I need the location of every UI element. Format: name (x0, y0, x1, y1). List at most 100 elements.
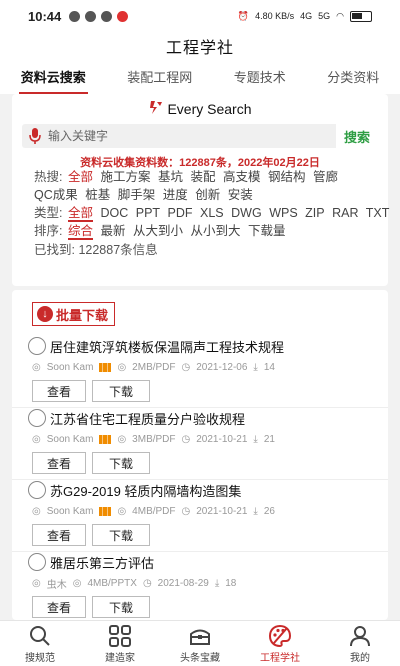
hot-item[interactable]: 施工方案 (100, 170, 150, 184)
item-title[interactable]: 苏G29-2019 轻质内隔墙构造图集 (50, 481, 241, 500)
hot-item[interactable]: 创新 (195, 188, 220, 202)
hot-item[interactable]: 全部 (68, 170, 93, 184)
sort-item[interactable]: 从小到大 (190, 224, 240, 238)
battery-icon (350, 10, 372, 22)
type-item[interactable]: DWG (231, 206, 262, 220)
download-arrow-icon: ↓ (37, 306, 53, 322)
type-item[interactable]: TXT (366, 206, 390, 220)
notification-icon (69, 10, 81, 22)
hot-item[interactable]: 高支模 (223, 170, 261, 184)
treasure-icon (190, 629, 210, 645)
clock-icon: ◷ (142, 577, 152, 589)
tab-categories[interactable]: 分类资料 (323, 66, 383, 94)
sort-item[interactable]: 综合 (67, 224, 93, 240)
nav-label: 工程学社 (260, 652, 300, 664)
brand-name: Every Search (167, 101, 252, 117)
microphone-icon[interactable] (22, 124, 48, 148)
select-radio[interactable] (28, 481, 46, 499)
file-icon: ◎ (117, 361, 127, 373)
search-input[interactable] (48, 129, 336, 143)
select-radio[interactable] (28, 337, 46, 355)
sort-item[interactable]: 从大到小 (133, 224, 183, 238)
page-title: 工程学社 (0, 32, 400, 66)
list-item: 居住建筑浮筑楼板保温隔声工程技术规程 ◎ Soon Kam ◎ 2MB/PDF … (12, 336, 388, 408)
item-author: Soon Kam (46, 433, 94, 445)
tab-assembly-network[interactable]: 装配工程网 (123, 66, 196, 94)
view-button[interactable]: 查看 (32, 596, 86, 618)
list-item: 江苏省住宅工程质量分户验收规程 ◎ Soon Kam ◎ 3MB/PDF ◷ 2… (12, 408, 388, 480)
wifi-icon: ◠ (336, 10, 344, 21)
hot-item[interactable]: 管廊 (313, 170, 338, 184)
item-title[interactable]: 雅居乐第三方评估 (50, 553, 154, 572)
view-button[interactable]: 查看 (32, 452, 86, 474)
item-size: 2MB/PDF (132, 361, 176, 373)
user-icon: ◎ (32, 361, 41, 373)
type-item[interactable]: 全部 (67, 206, 93, 222)
hot-item[interactable]: 钢结构 (268, 170, 306, 184)
hot-search-label: 热搜: (34, 170, 63, 184)
brand-logo-icon (148, 99, 164, 119)
item-title[interactable]: 江苏省住宅工程质量分户验收规程 (50, 409, 245, 428)
nav-label: 搜规范 (25, 652, 55, 664)
item-downloads: 21 (263, 433, 275, 445)
file-icon: ◎ (117, 433, 127, 445)
download-button[interactable]: 下载 (92, 452, 150, 474)
view-button[interactable]: 查看 (32, 524, 86, 546)
item-title[interactable]: 居住建筑浮筑楼板保温隔声工程技术规程 (50, 337, 284, 356)
hot-search-row: 热搜: 全部 施工方案 基坑 装配 高支模 钢结构 管廊 (34, 168, 388, 186)
search-button[interactable]: 搜索 (336, 124, 378, 148)
alarm-icon: ⏰ (237, 10, 250, 21)
search-bar: 搜索 (22, 124, 378, 148)
nav-search-specs[interactable]: 搜规范 (5, 624, 75, 664)
batch-download-label: 批量下载 (56, 307, 109, 323)
item-size: 4MB/PPTX (87, 577, 137, 589)
type-item[interactable]: PPT (136, 206, 160, 220)
hot-item[interactable]: 装配 (190, 170, 215, 184)
select-radio[interactable] (28, 409, 46, 427)
nav-builder[interactable]: 建造家 (85, 624, 155, 664)
download-button[interactable]: 下载 (92, 380, 150, 402)
status-bar: 10:44 ⏰ 4.80 KB/s 4G 5G ◠ (0, 0, 400, 32)
type-item[interactable]: PDF (168, 206, 193, 220)
net-speed: 4.80 KB/s (255, 11, 295, 21)
sort-item[interactable]: 最新 (100, 224, 125, 238)
view-button[interactable]: 查看 (32, 380, 86, 402)
file-icon: ◎ (72, 577, 82, 589)
type-item[interactable]: XLS (200, 206, 224, 220)
hot-search-row-2: QC成果 桩基 脚手架 进度 创新 安装 (34, 186, 388, 204)
batch-download-button[interactable]: ↓ 批量下载 (32, 302, 116, 326)
hot-item[interactable]: 脚手架 (118, 188, 156, 202)
top-tabs: 资料云搜索 装配工程网 专题技术 分类资料 (0, 66, 400, 94)
download-button[interactable]: 下载 (92, 524, 150, 546)
download-button[interactable]: 下载 (92, 596, 150, 618)
type-item[interactable]: DOC (100, 206, 128, 220)
type-item[interactable]: ZIP (305, 206, 324, 220)
clock-icon: ◷ (181, 433, 191, 445)
bottom-nav: 搜规范 建造家 头条宝藏 工程学社 我的 (0, 620, 400, 666)
list-item: 雅居乐第三方评估 ◎ 虫木 ◎ 4MB/PPTX ◷ 2021-08-29 ⤓ … (12, 552, 388, 620)
hot-item[interactable]: 安装 (228, 188, 253, 202)
hot-item[interactable]: 桩基 (85, 188, 110, 202)
clock-icon: ◷ (181, 505, 191, 517)
nav-headline-treasure[interactable]: 头条宝藏 (165, 624, 235, 664)
nav-profile[interactable]: 我的 (325, 624, 395, 664)
item-downloads: 26 (263, 505, 275, 517)
brand-header: Every Search (12, 98, 388, 120)
hot-item[interactable]: QC成果 (34, 188, 78, 202)
type-item[interactable]: WPS (269, 206, 297, 220)
nav-engineering-society[interactable]: 工程学社 (245, 624, 315, 664)
item-author: Soon Kam (46, 505, 94, 517)
sort-item[interactable]: 下载量 (248, 224, 286, 238)
signal-5g: 5G (318, 11, 331, 21)
item-date: 2021-12-06 (196, 361, 248, 373)
hot-item[interactable]: 进度 (163, 188, 188, 202)
sort-label: 排序: (34, 224, 63, 238)
hot-item[interactable]: 基坑 (158, 170, 183, 184)
item-meta: ◎ Soon Kam ◎ 4MB/PDF ◷ 2021-10-21 ⤓ 26 (32, 504, 275, 518)
tab-topic-tech[interactable]: 专题技术 (230, 66, 290, 94)
file-icon: ◎ (117, 505, 127, 517)
item-meta: ◎ Soon Kam ◎ 3MB/PDF ◷ 2021-10-21 ⤓ 21 (32, 432, 275, 446)
select-radio[interactable] (28, 553, 46, 571)
type-item[interactable]: RAR (332, 206, 358, 220)
tab-cloud-search[interactable]: 资料云搜索 (17, 66, 90, 94)
